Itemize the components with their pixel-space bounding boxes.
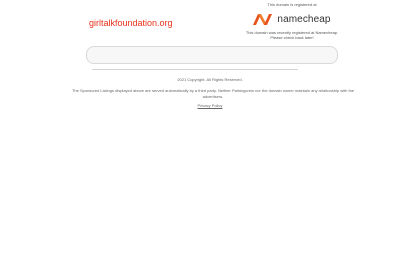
- search-input[interactable]: [86, 46, 338, 64]
- namecheap-logo-icon: [253, 13, 273, 25]
- disclaimer-text: The Sponsored Listings displayed above a…: [58, 88, 368, 100]
- namecheap-logo[interactable]: namecheap: [240, 11, 344, 27]
- copyright-text: 2021 Copyright. All Rights Reserved.: [177, 77, 243, 82]
- registrar-note-line2: Please check back later!: [270, 35, 314, 40]
- registrar-note: This domain was recently registered at N…: [240, 30, 344, 40]
- privacy-policy-link[interactable]: Privacy Policy: [0, 103, 420, 108]
- divider: [92, 69, 298, 70]
- registrar-box[interactable]: This domain is registered at namecheap T…: [240, 2, 344, 40]
- disclaimer-line2: advertisers.: [202, 94, 224, 99]
- domain-name-title: girltalkfoundation.org: [89, 18, 173, 28]
- namecheap-logo-text: namecheap: [277, 13, 331, 25]
- registrar-top-text: This domain is registered at: [267, 2, 317, 7]
- parked-domain-page: girltalkfoundation.org This domain is re…: [0, 0, 420, 257]
